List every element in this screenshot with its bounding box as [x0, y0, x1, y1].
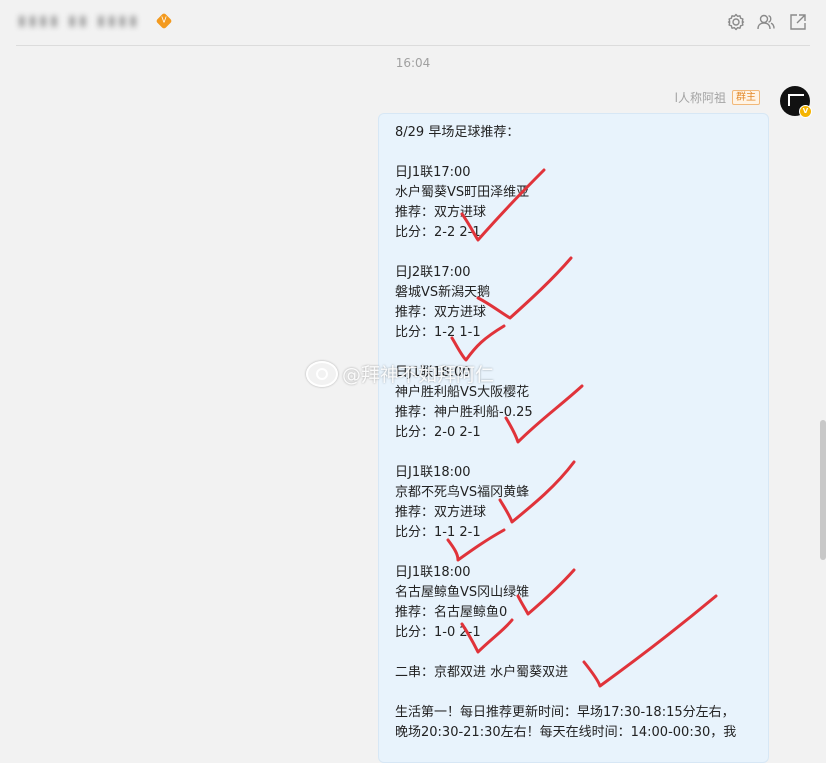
message-line: 比分：1-1 2-1 — [395, 525, 481, 540]
avatar-graphic — [788, 94, 804, 106]
message-text: 8/29 早场足球推荐： 日J1联17:00 水户蜀葵VS町田泽维亚 推荐：双方进球比… — [395, 123, 752, 743]
message-line: 日J1联17:00 — [395, 165, 471, 180]
header-divider — [16, 45, 810, 46]
sender-name[interactable]: l人称阿祖 — [675, 89, 726, 106]
message-bubble[interactable]: 8/29 早场足球推荐： 日J1联17:00 水户蜀葵VS町田泽维亚 推荐：双方进球比… — [378, 113, 769, 763]
group-members-icon[interactable] — [756, 12, 776, 32]
message-line: 晚场20:30-21:30左右！每天在线时间：14:00-00:30，我 — [395, 725, 737, 740]
message-line — [395, 643, 752, 663]
group-title-blurred: ▮▮▮▮ ▮▮ ▮▮▮▮ — [18, 13, 140, 29]
message-line: 日J1联18:00 — [395, 565, 471, 580]
message-line: 生活第一！每日推荐更新时间：早场17:30-18:15分左右， — [395, 705, 735, 720]
message-line: 比分：2-2 2-1 — [395, 225, 481, 240]
message-line: 推荐：双方进球 — [395, 305, 487, 320]
message-line — [395, 243, 752, 263]
message-line — [395, 683, 752, 703]
weibo-watermark: @拜神不如拜阿仁 — [306, 360, 494, 387]
pop-out-window-icon[interactable] — [788, 12, 808, 32]
message-line: 名古屋鲸鱼VS冈山绿雉 — [395, 585, 530, 600]
message-line: 水户蜀葵VS町田泽维亚 — [395, 185, 530, 200]
vip-badge-icon: V — [155, 12, 173, 30]
group-owner-badge: 群主 — [732, 89, 760, 105]
message-line — [395, 143, 752, 163]
message-line: 比分：2-0 2-1 — [395, 425, 481, 440]
message-line: 推荐：名古屋鲸鱼0 — [395, 605, 508, 620]
chat-scrollbar[interactable] — [820, 420, 826, 560]
message-line: 8/29 早场足球推荐： — [395, 125, 520, 140]
chat-header: ▮▮▮▮ ▮▮ ▮▮▮▮ V — [0, 0, 826, 46]
message-line: 推荐：双方进球 — [395, 505, 487, 520]
sender-avatar[interactable]: V — [780, 86, 812, 118]
message-line: 推荐：神户胜利船-0.25 — [395, 405, 533, 420]
message-line — [395, 543, 752, 563]
weibo-logo-icon — [306, 360, 338, 387]
message-line: 二串：京都双进 水户蜀葵双进 — [395, 665, 569, 680]
message-line: 京都不死鸟VS福冈黄蜂 — [395, 485, 530, 500]
message-line: 推荐：双方进球 — [395, 205, 487, 220]
message-line: 比分：1-2 1-1 — [395, 325, 481, 340]
message-line: 比分：1-0 2-1 — [395, 625, 481, 640]
sender-row: l人称阿祖 群主 — [675, 89, 760, 105]
verified-v-badge-icon: V — [799, 105, 812, 118]
message-line: 日J1联18:00 — [395, 465, 471, 480]
message-line — [395, 443, 752, 463]
message-line: 磐城VS新潟天鹅 — [395, 285, 491, 300]
watermark-text: @拜神不如拜阿仁 — [342, 364, 495, 386]
message-line: 日J2联17:00 — [395, 265, 471, 280]
message-timestamp: 16:04 — [395, 56, 431, 70]
settings-gear-icon[interactable] — [726, 12, 746, 32]
